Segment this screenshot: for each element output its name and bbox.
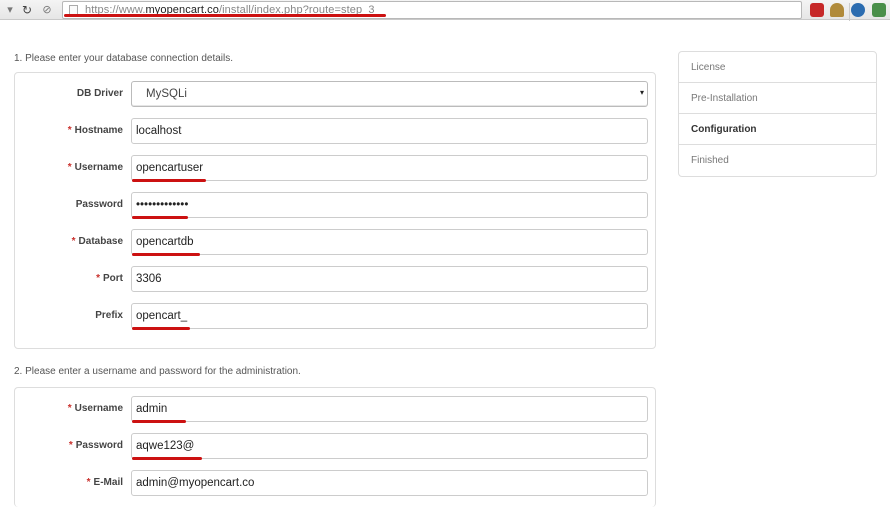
- required-marker: *: [67, 125, 72, 136]
- highlight-underline: [132, 457, 202, 460]
- database-database-input[interactable]: opencartdb: [131, 229, 648, 256]
- ublock-icon[interactable]: [810, 3, 824, 17]
- highlight-underline: [132, 327, 190, 330]
- admin-section-title: 2. Please enter a username and password …: [14, 366, 301, 377]
- field-value: •••••••••••••: [136, 199, 189, 211]
- database-database-label: * Database: [15, 236, 123, 247]
- field-label-text: DB Driver: [76, 88, 123, 99]
- back-dropdown-icon[interactable]: ▾: [3, 3, 17, 17]
- field-label-text: Port: [103, 273, 123, 284]
- required-marker: *: [71, 236, 76, 247]
- admin-row-password: * Password aqwe123@: [15, 433, 655, 460]
- field-value: opencartuser: [136, 162, 204, 174]
- step-pre-installation[interactable]: Pre-Installation: [679, 83, 876, 114]
- admin-row-username: * Username admin: [15, 396, 655, 423]
- url-highlight-underline: [64, 14, 386, 17]
- database-port-input[interactable]: 3306: [131, 266, 648, 292]
- database-db-driver-label: DB Driver: [15, 88, 123, 99]
- field-value: MySQLi: [146, 88, 187, 100]
- field-label-text: E-Mail: [93, 477, 123, 488]
- required-marker: *: [67, 403, 72, 414]
- highlight-underline: [132, 253, 200, 256]
- database-username-label: * Username: [15, 162, 123, 173]
- field-value: 3306: [136, 273, 162, 285]
- field-value: opencart_: [136, 310, 188, 322]
- admin-password-input[interactable]: aqwe123@: [131, 433, 648, 460]
- step-license[interactable]: License: [679, 52, 876, 83]
- reload-icon[interactable]: ↻: [20, 3, 34, 17]
- admin-e-mail-label: * E-Mail: [15, 477, 123, 488]
- field-label-text: Username: [74, 162, 123, 173]
- required-marker: *: [86, 477, 91, 488]
- field-label-text: Prefix: [95, 310, 123, 321]
- step-finished[interactable]: Finished: [679, 145, 876, 176]
- database-row-hostname: * Hostname localhost: [15, 118, 655, 144]
- highlight-underline: [132, 420, 186, 423]
- field-value: localhost: [136, 125, 182, 137]
- required-marker: *: [68, 440, 73, 451]
- puzzle-icon[interactable]: [872, 3, 886, 17]
- field-label-text: Password: [75, 440, 123, 451]
- database-prefix-input[interactable]: opencart_: [131, 303, 648, 330]
- required-marker: *: [96, 273, 100, 284]
- field-label-text: Hostname: [74, 125, 123, 136]
- database-hostname-label: * Hostname: [15, 125, 123, 136]
- database-row-database: * Database opencartdb: [15, 229, 655, 256]
- db-panel: DB Driver MySQLi ▾ * Hostname localhost * Usern…: [14, 72, 656, 349]
- database-prefix-label: Prefix: [15, 310, 123, 321]
- admin-e-mail-input[interactable]: admin@myopencart.co: [131, 470, 648, 496]
- select-caret-icon: ▾: [639, 88, 644, 97]
- field-value: admin: [136, 403, 168, 415]
- install-steps: License Pre-Installation Configuration F…: [678, 51, 877, 177]
- browser-toolbar: ▾ ↻ ⊘ https://www.myopencart.co/install/…: [0, 0, 890, 21]
- database-row-username: * Username opencartuser: [15, 155, 655, 182]
- download-icon[interactable]: [830, 3, 844, 17]
- admin-username-label: * Username: [15, 403, 123, 414]
- admin-row-e-mail: * E-Mail admin@myopencart.co: [15, 470, 655, 496]
- database-row-password: Password •••••••••••••: [15, 192, 655, 219]
- highlight-underline: [132, 216, 188, 219]
- database-password-label: Password: [15, 199, 123, 210]
- database-row-port: * Port 3306: [15, 266, 655, 292]
- database-port-label: * Port: [15, 273, 123, 284]
- field-label-text: Database: [78, 236, 123, 247]
- field-label-text: Username: [74, 403, 123, 414]
- stop-icon[interactable]: ⊘: [40, 3, 54, 17]
- highlight-underline: [132, 179, 206, 182]
- database-hostname-input[interactable]: localhost: [131, 118, 648, 144]
- globe-icon[interactable]: [851, 3, 865, 17]
- step-configuration[interactable]: Configuration: [679, 114, 876, 145]
- field-value: opencartdb: [136, 236, 194, 248]
- database-row-prefix: Prefix opencart_: [15, 303, 655, 330]
- database-username-input[interactable]: opencartuser: [131, 155, 648, 182]
- field-value: aqwe123@: [136, 440, 195, 452]
- admin-username-input[interactable]: admin: [131, 396, 648, 423]
- field-value: admin@myopencart.co: [136, 477, 255, 489]
- db-section-title: 1. Please enter your database connection…: [14, 53, 234, 64]
- admin-panel: * Username admin * Password aqwe123@ * E-Mail ad…: [14, 387, 656, 507]
- field-label-text: Password: [75, 199, 123, 210]
- database-password-input[interactable]: •••••••••••••: [131, 192, 648, 219]
- required-marker: *: [67, 162, 72, 173]
- database-row-db-driver: DB Driver MySQLi ▾: [15, 81, 655, 107]
- admin-password-label: * Password: [15, 440, 123, 451]
- database-db-driver-select[interactable]: MySQLi ▾: [131, 81, 648, 107]
